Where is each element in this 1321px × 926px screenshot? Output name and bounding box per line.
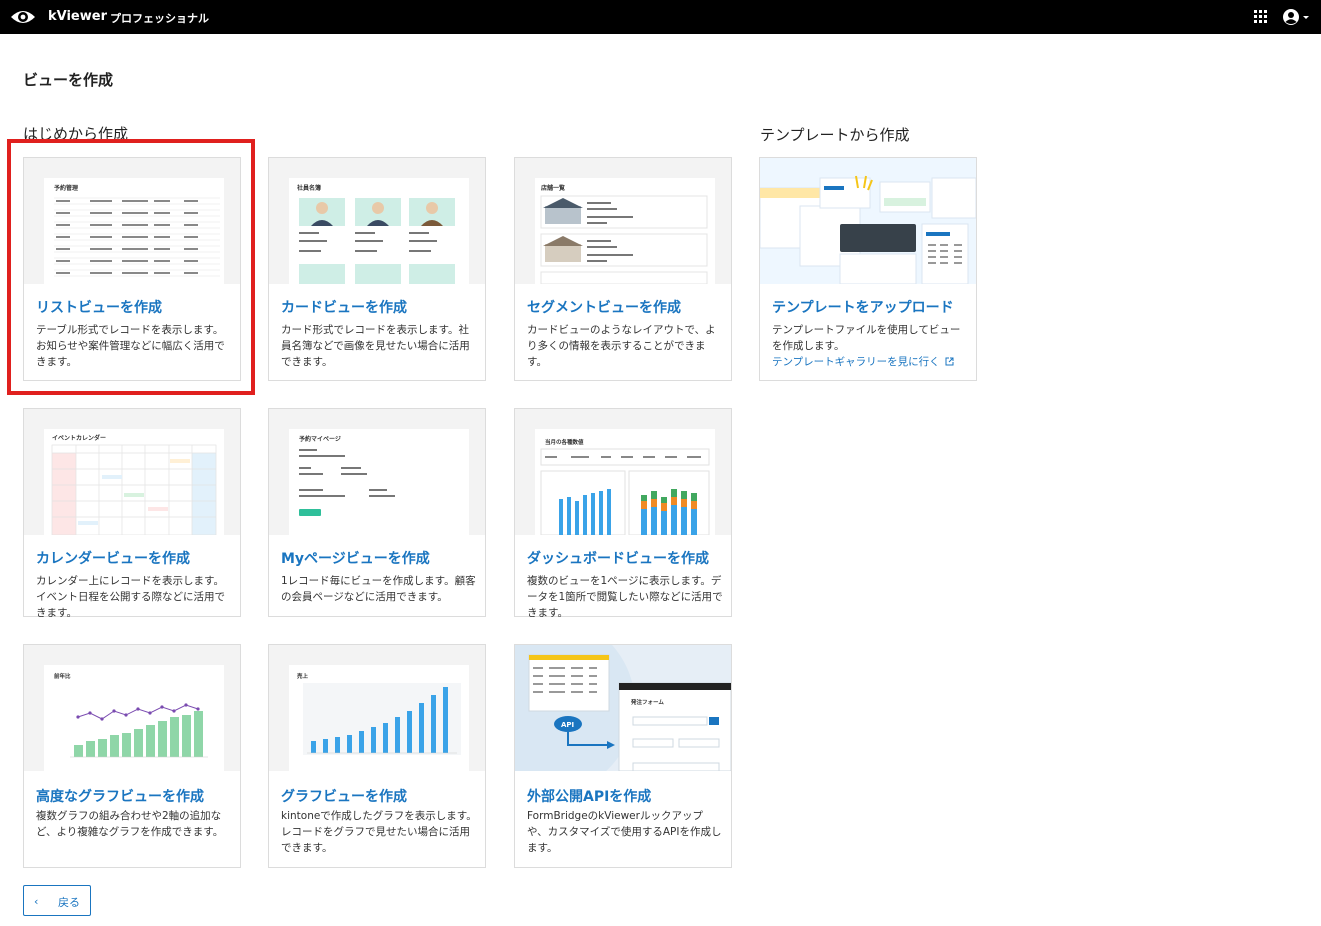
graph-view-thumbnail: 売上 <box>269 645 485 771</box>
section-title-template: テンプレートから作成 <box>760 126 910 144</box>
card-title[interactable]: カードビューを作成 <box>281 297 407 317</box>
template-gallery-link[interactable]: テンプレートギャラリーを見に行く <box>772 354 954 369</box>
thumb-title: 前年比 <box>54 672 71 680</box>
card-advanced-graph-view[interactable]: 前年比 高度なグラフビューを作成 複数グラフの組み合わせや2軸の追加など、より複… <box>23 644 241 868</box>
account-icon <box>1283 9 1299 25</box>
dashboard-view-thumbnail: 当月の各種数値 <box>515 409 731 535</box>
card-description: カードビューのようなレイアウトで、より多くの情報を表示することができます。 <box>527 324 716 368</box>
calendar-view-thumbnail: イベントカレンダー <box>24 409 240 535</box>
card-template-upload[interactable]: テンプレートをアップロード テンプレートファイルを使用してビューを作成します。 … <box>759 157 977 381</box>
back-button-label: 戻る <box>58 896 80 909</box>
app-name[interactable]: kViewer <box>48 9 107 24</box>
card-title[interactable]: ダッシュボードビューを作成 <box>527 548 709 568</box>
section-title-scratch: はじめから作成 <box>23 125 129 143</box>
card-mypage-view[interactable]: 予約マイページ Myページビューを作成 1レコード毎にビューを作成します。顧客の… <box>268 408 486 617</box>
card-description: カレンダー上にレコードを表示します。イベント日程を公開する際などに活用できます。 <box>36 575 225 619</box>
card-list-view[interactable]: 予約管理 リストビューを作成 テーブル形式でレコードを表示します。お知らせや案件… <box>23 157 241 381</box>
card-card-view[interactable]: 社員名簿 カードビューを作成 カード形式でレコードを表示します。社員名簿などで画… <box>268 157 486 381</box>
card-dashboard-view[interactable]: 当月の各種数値 ダッシュボードビューを作成 複数のビューを1ページに表示します。… <box>514 408 732 619</box>
card-calendar-view[interactable]: イベントカレンダー カレンダービューを作成 カレンダー上にレコードを表示します。… <box>23 408 241 619</box>
external-link-icon <box>945 357 954 366</box>
card-description: カード形式でレコードを表示します。社員名簿などで画像を見せたい場合に活用できます… <box>281 324 470 368</box>
thumb-title: 売上 <box>297 672 309 680</box>
apps-grid-icon[interactable] <box>1254 10 1267 23</box>
external-api-thumbnail: 発注フォーム API <box>515 645 731 771</box>
page-title: ビューを作成 <box>23 71 114 89</box>
account-menu[interactable] <box>1282 8 1314 26</box>
card-description: テーブル形式でレコードを表示します。お知らせや案件管理などに幅広く活用できます。 <box>36 324 225 368</box>
card-title[interactable]: グラフビューを作成 <box>281 786 407 806</box>
advanced-graph-thumbnail: 前年比 <box>24 645 240 771</box>
list-view-thumbnail: 予約管理 <box>24 158 240 284</box>
card-description: 複数グラフの組み合わせや2軸の追加など、より複雑なグラフを作成できます。 <box>36 810 224 838</box>
card-description: テンプレートファイルを使用してビューを作成します。 <box>772 324 961 352</box>
card-title[interactable]: リストビューを作成 <box>36 297 162 317</box>
caret-down-icon <box>1303 16 1309 19</box>
card-description: kintoneで作成したグラフを表示します。レコードをグラフで見せたい場合に活用… <box>281 810 477 854</box>
thumb-title: イベントカレンダー <box>52 434 106 442</box>
card-description: 複数のビューを1ページに表示します。データを1箇所で閲覧したい際などに活用できま… <box>527 575 723 619</box>
card-external-api[interactable]: 発注フォーム API 外部公開APIを作成 FormBridgeのkViewer… <box>514 644 732 868</box>
card-segment-view[interactable]: 店舗一覧 セグメントビューを作成 カードビューのようなレイアウトで、より多くの情… <box>514 157 732 381</box>
segment-view-thumbnail: 店舗一覧 <box>515 158 731 284</box>
thumb-title: 予約管理 <box>54 184 78 192</box>
plan-label: プロフェッショナル <box>110 12 209 25</box>
thumb-title: 当月の各種数値 <box>545 438 584 446</box>
card-title[interactable]: セグメントビューを作成 <box>527 297 681 317</box>
thumb-title: 社員名簿 <box>296 184 321 192</box>
card-title[interactable]: カレンダービューを作成 <box>36 548 190 568</box>
card-title[interactable]: 高度なグラフビューを作成 <box>36 786 204 806</box>
top-bar: kViewer プロフェッショナル <box>0 0 1321 34</box>
card-title[interactable]: 外部公開APIを作成 <box>527 786 651 806</box>
card-graph-view[interactable]: 売上 グラフビューを作成 kintoneで作成したグラフを表示します。レコードを… <box>268 644 486 868</box>
card-description: FormBridgeのkViewerルックアップや、カスタマイズで使用するAPI… <box>527 810 722 854</box>
card-description: 1レコード毎にビューを作成します。顧客の会員ページなどに活用できます。 <box>281 575 476 603</box>
card-title[interactable]: Myページビューを作成 <box>281 548 430 568</box>
svg-text:API: API <box>561 721 574 729</box>
back-button[interactable]: ‹ 戻る <box>23 885 91 916</box>
mypage-view-thumbnail: 予約マイページ <box>269 409 485 535</box>
template-thumbnail <box>760 158 976 284</box>
chevron-left-icon: ‹ <box>34 895 39 908</box>
card-view-thumbnail: 社員名簿 <box>269 158 485 284</box>
template-gallery-link-label: テンプレートギャラリーを見に行く <box>772 356 940 368</box>
card-title[interactable]: テンプレートをアップロード <box>772 297 954 317</box>
thumb-title: 予約マイページ <box>299 435 341 443</box>
thumb-title: 店舗一覧 <box>541 184 565 192</box>
eye-logo-icon[interactable] <box>10 7 36 27</box>
thumb-title: 発注フォーム <box>631 698 664 706</box>
